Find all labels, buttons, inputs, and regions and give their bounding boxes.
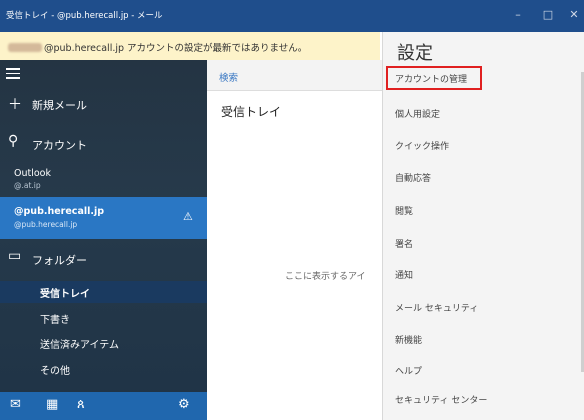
- app-switcher-bar: ✉ ▦ ጰ ⚙: [0, 392, 207, 420]
- title-bar: 受信トレイ - @pub.herecall.jp - メール – □ ✕: [0, 0, 584, 32]
- close-button[interactable]: ✕: [566, 7, 582, 23]
- window-title: 受信トレイ - @pub.herecall.jp - メール: [6, 11, 163, 21]
- people-icon[interactable]: ጰ: [77, 397, 85, 412]
- folder-inbox[interactable]: 受信トレイ: [40, 285, 90, 300]
- warning-icon: ⚠: [183, 210, 193, 223]
- settings-item-personalization[interactable]: 個人用設定: [395, 107, 440, 120]
- search-box[interactable]: 検索: [207, 60, 382, 91]
- folders-header[interactable]: フォルダー: [32, 252, 87, 268]
- account-outlook-email: @.at.ip: [14, 181, 41, 190]
- redacted-user-chip: [8, 43, 42, 52]
- hamburger-icon[interactable]: [6, 68, 20, 82]
- gear-icon[interactable]: ⚙: [178, 397, 190, 412]
- settings-item-manage-accounts[interactable]: アカウントの管理: [395, 72, 467, 85]
- maximize-button[interactable]: □: [540, 7, 556, 23]
- account-herecall-selected[interactable]: @pub.herecall.jp @pub.herecall.jp ⚠: [0, 197, 207, 239]
- settings-title: 設定: [397, 43, 433, 64]
- folder-drafts[interactable]: 下書き: [40, 311, 70, 326]
- plus-icon[interactable]: ＋: [8, 94, 22, 114]
- settings-item-help[interactable]: ヘルプ: [395, 364, 422, 377]
- settings-item-trust-center[interactable]: セキュリティ センター: [395, 393, 487, 406]
- search-label: 検索: [219, 73, 239, 84]
- settings-flyout: 設定 アカウントの管理 個人用設定 クイック操作 自動応答 閲覧 署名 通知 メ…: [382, 32, 584, 420]
- settings-item-mail-security[interactable]: メール セキュリティ: [395, 301, 478, 314]
- minimize-button[interactable]: –: [510, 7, 526, 23]
- folder-sent[interactable]: 送信済みアイテム: [40, 336, 119, 351]
- settings-item-notifications[interactable]: 通知: [395, 268, 413, 281]
- banner-message: @pub.herecall.jp アカウントの設定が最新ではありません。: [44, 43, 308, 54]
- settings-item-reading[interactable]: 閲覧: [395, 204, 413, 217]
- settings-item-whats-new[interactable]: 新機能: [395, 333, 422, 346]
- settings-item-signature[interactable]: 署名: [395, 237, 413, 250]
- folder-other[interactable]: その他: [40, 362, 70, 377]
- account-herecall-name: @pub.herecall.jp: [14, 206, 105, 217]
- person-icon: ⚲: [8, 133, 19, 149]
- account-herecall-email: @pub.herecall.jp: [14, 220, 78, 229]
- navigation-pane: ＋ 新規メール ⚲ アカウント Outlook @.at.ip @pub.her…: [0, 60, 207, 420]
- folder-icon: ▭: [8, 248, 22, 264]
- empty-list-message: ここに表示するアイ: [285, 272, 366, 282]
- current-folder-title: 受信トレイ: [221, 105, 282, 119]
- folder-inbox-active[interactable]: [0, 281, 207, 303]
- account-warning-banner[interactable]: @pub.herecall.jp アカウントの設定が最新ではありません。: [0, 32, 380, 61]
- accounts-header[interactable]: アカウント: [32, 137, 87, 153]
- mail-icon[interactable]: ✉: [10, 397, 21, 412]
- calendar-icon[interactable]: ▦: [46, 397, 58, 412]
- settings-item-quick-actions[interactable]: クイック操作: [395, 139, 449, 152]
- account-outlook-name[interactable]: Outlook: [14, 168, 51, 179]
- message-list-pane: 検索 受信トレイ ここに表示するアイ: [207, 60, 382, 420]
- settings-item-auto-reply[interactable]: 自動応答: [395, 171, 431, 184]
- new-mail-button[interactable]: 新規メール: [32, 97, 87, 113]
